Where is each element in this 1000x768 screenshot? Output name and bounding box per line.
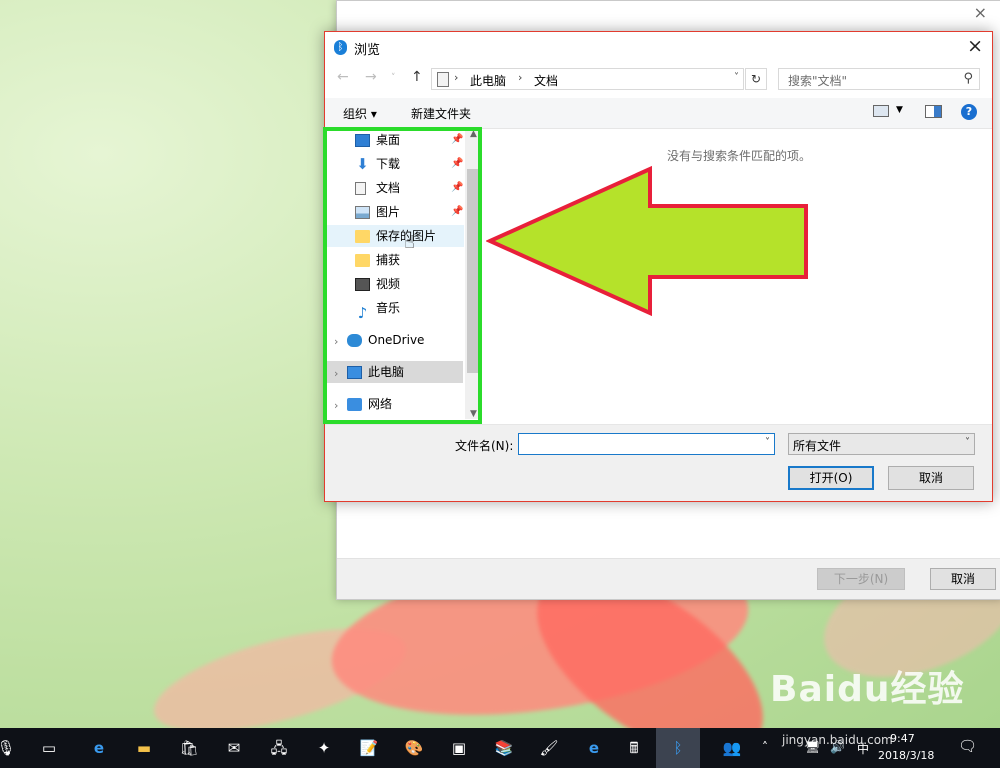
document-location-icon: [437, 72, 449, 87]
title-bar[interactable]: ᛒ 浏览 ×: [325, 32, 992, 62]
paint-3d-icon[interactable]: 🖌: [537, 736, 561, 760]
refresh-icon[interactable]: ↻: [745, 68, 767, 90]
task-view-icon[interactable]: ▭: [37, 736, 61, 760]
wizard-cancel-button[interactable]: 取消: [930, 568, 996, 590]
clock-time[interactable]: 9:47: [890, 732, 915, 745]
app-icon[interactable]: ✦: [312, 736, 336, 760]
search-input[interactable]: 搜索"文档" ⚲: [778, 68, 980, 90]
breadcrumb-separator-icon: ›: [518, 71, 523, 84]
back-arrow-icon[interactable]: ←: [337, 69, 349, 85]
chevron-down-icon: ˅: [965, 437, 970, 448]
search-icon: ⚲: [963, 71, 973, 86]
recent-locations-chevron-icon[interactable]: ˅: [391, 73, 396, 83]
cancel-button[interactable]: 取消: [888, 466, 974, 490]
close-icon[interactable]: ×: [967, 35, 983, 57]
filename-input[interactable]: ˅: [518, 433, 775, 455]
new-folder-button[interactable]: 新建文件夹: [411, 105, 471, 122]
notepad-icon[interactable]: 📝: [357, 736, 381, 760]
bluetooth-icon: ᛒ: [334, 40, 347, 55]
preview-pane-icon[interactable]: [925, 105, 942, 118]
calculator-icon[interactable]: 🖩: [622, 736, 646, 760]
paint-icon[interactable]: 🎨: [402, 736, 426, 760]
search-placeholder: 搜索"文档": [788, 74, 848, 88]
filetype-value: 所有文件: [793, 439, 842, 453]
chevron-down-icon[interactable]: ▼: [896, 105, 903, 115]
media-app-icon[interactable]: ▣: [447, 736, 471, 760]
command-bar: 组织 ▾ 新建文件夹 ▼ ?: [325, 98, 992, 129]
close-icon[interactable]: ×: [974, 3, 987, 22]
baidu-watermark: Baidu经验: [770, 669, 965, 710]
network-app-icon[interactable]: 🖧: [267, 736, 291, 760]
open-button[interactable]: 打开(O): [788, 466, 874, 490]
address-bar[interactable]: › 此电脑 › 文档 ˅: [431, 68, 744, 90]
bluetooth-icon[interactable]: ᛒ: [666, 736, 690, 760]
up-arrow-icon[interactable]: ↑: [411, 69, 423, 85]
wizard-footer: 下一步(N) 取消: [337, 558, 1000, 599]
next-button[interactable]: 下一步(N): [817, 568, 905, 590]
annotation-arrow-icon: [486, 165, 808, 317]
store-icon[interactable]: 🛍: [177, 736, 201, 760]
help-icon[interactable]: ?: [961, 104, 977, 120]
library-icon[interactable]: 📚: [492, 736, 516, 760]
edge-browser-icon[interactable]: e: [87, 736, 111, 760]
chevron-down-icon[interactable]: ˅: [765, 437, 770, 448]
dialog-title: 浏览: [354, 43, 381, 58]
microphone-icon[interactable]: 🎙: [0, 736, 18, 760]
empty-results-message: 没有与搜索条件匹配的项。: [667, 149, 812, 163]
chevron-down-icon[interactable]: ˅: [734, 72, 739, 83]
file-selection-area: 文件名(N): ˅ 所有文件 ˅ 打开(O) 取消: [325, 424, 992, 501]
action-center-icon[interactable]: 🗨: [958, 737, 977, 755]
view-options-icon[interactable]: [873, 105, 889, 117]
show-hidden-icons-icon[interactable]: ˄: [762, 740, 768, 754]
breadcrumb-documents[interactable]: 文档: [534, 72, 558, 89]
navigation-bar: ← → ˅ ↑ › 此电脑 › 文档 ˅ ↻ 搜索"文档" ⚲: [325, 65, 992, 93]
watermark-url: jingyan.baidu.com: [782, 733, 893, 747]
filetype-select[interactable]: 所有文件 ˅: [788, 433, 975, 455]
internet-explorer-icon[interactable]: e: [582, 736, 606, 760]
forward-arrow-icon[interactable]: →: [365, 69, 377, 85]
mail-icon[interactable]: ✉: [222, 736, 246, 760]
breadcrumb-this-pc[interactable]: 此电脑: [470, 72, 506, 89]
organize-menu[interactable]: 组织 ▾: [343, 105, 377, 122]
people-icon[interactable]: 👥: [720, 736, 744, 760]
highlight-box: [323, 127, 482, 424]
filename-label: 文件名(N):: [455, 439, 514, 453]
breadcrumb-separator-icon: ›: [454, 71, 459, 84]
clock-date[interactable]: 2018/3/18: [878, 749, 934, 762]
file-explorer-icon[interactable]: ▬: [132, 736, 156, 760]
